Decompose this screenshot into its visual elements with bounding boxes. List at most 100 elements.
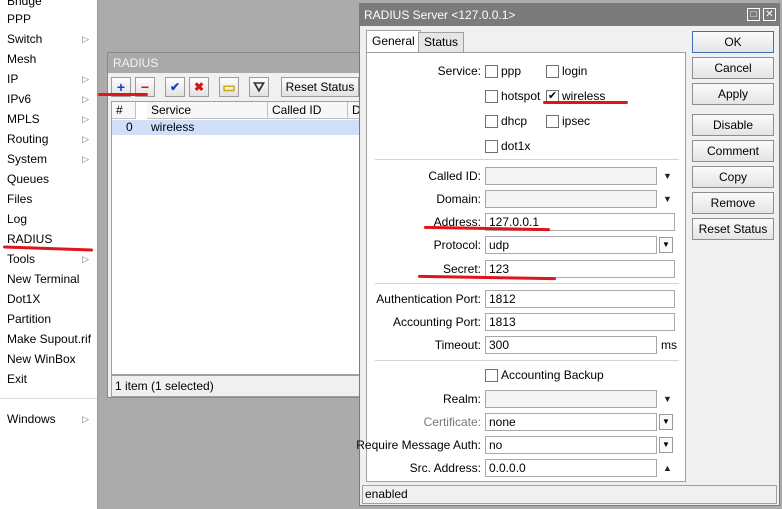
row-service: wireless (151, 120, 195, 134)
domain-input[interactable] (485, 190, 657, 208)
sidebar-item-label: Mesh (7, 52, 37, 66)
collapse-up-icon[interactable]: ▲ (663, 460, 672, 476)
submenu-arrow-icon: ▷ (82, 114, 89, 124)
close-icon[interactable]: ✕ (763, 8, 776, 21)
realm-label: Realm: (442, 392, 481, 406)
service-dot1x-checkbox[interactable] (485, 140, 498, 153)
service-ppp-checkbox[interactable] (485, 65, 498, 78)
comment-icon[interactable]: ▭ (219, 77, 239, 97)
sidebar-item-ipv6[interactable]: IPv6 ▷ (0, 89, 97, 109)
sidebar-item-ppp[interactable]: PPP (0, 9, 97, 29)
service-dhcp-label: dhcp (501, 114, 528, 128)
sidebar-item-tools[interactable]: Tools ▷ (0, 249, 97, 269)
sidebar-item-queues[interactable]: Queues (0, 169, 97, 189)
dialog-status-bar: enabled (362, 485, 777, 504)
called-id-input[interactable] (485, 167, 657, 185)
column-header-index[interactable]: # (112, 102, 136, 119)
sidebar-item-log[interactable]: Log (0, 209, 97, 229)
sidebar-item-label: New Terminal (7, 272, 80, 286)
disable-icon[interactable]: ✖ (189, 77, 209, 97)
sidebar-item-switch[interactable]: Switch ▷ (0, 29, 97, 49)
protocol-select[interactable]: udp (485, 236, 657, 254)
auth-port-label: Authentication Port: (376, 292, 481, 306)
sidebar-item-dot1x[interactable]: Dot1X (0, 289, 97, 309)
expand-down-icon[interactable]: ▼ (663, 168, 672, 184)
sidebar-item-windows[interactable]: Windows ▷ (0, 409, 97, 429)
column-header-called-id[interactable]: Called ID (268, 102, 348, 119)
enable-icon[interactable]: ✔ (165, 77, 185, 97)
sidebar-item-system[interactable]: System ▷ (0, 149, 97, 169)
remove-button[interactable]: Remove (692, 192, 774, 214)
called-id-label: Called ID: (428, 169, 481, 183)
radius-server-dialog: RADIUS Server <127.0.0.1> □ ✕ General St… (356, 3, 780, 506)
sidebar-item-new-terminal[interactable]: New Terminal (0, 269, 97, 289)
dialog-title[interactable]: RADIUS Server <127.0.0.1> (360, 4, 779, 26)
sidebar-item-label: Queues (7, 172, 50, 186)
service-login-label: login (562, 64, 588, 78)
submenu-arrow-icon: ▷ (82, 414, 89, 424)
maximize-icon[interactable]: □ (747, 8, 760, 21)
service-dot1x-label: dot1x (501, 139, 531, 153)
dropdown-arrow-icon[interactable]: ▼ (659, 237, 673, 253)
accounting-backup-checkbox[interactable] (485, 369, 498, 382)
sidebar-item-label: PPP (7, 12, 32, 26)
sidebar-item-label: Routing (7, 132, 49, 146)
disable-button[interactable]: Disable (692, 114, 774, 136)
sidebar-item-label: New WinBox (7, 352, 76, 366)
timeout-label: Timeout: (434, 338, 481, 352)
comment-button[interactable]: Comment (692, 140, 774, 162)
sidebar-item-new-winbox[interactable]: New WinBox (0, 349, 97, 369)
src-address-input[interactable]: 0.0.0.0 (485, 459, 657, 477)
sidebar-item-partition[interactable]: Partition (0, 309, 97, 329)
sidebar-item-files[interactable]: Files (0, 189, 97, 209)
submenu-arrow-icon: ▷ (82, 74, 89, 84)
window-title[interactable]: RADIUS (108, 53, 360, 73)
src-address-label: Src. Address: (409, 461, 481, 475)
certificate-label: Certificate: (423, 415, 481, 429)
timeout-unit: ms (661, 338, 677, 352)
sidebar-item-make-supout[interactable]: Make Supout.rif (0, 329, 97, 349)
expand-down-icon[interactable]: ▼ (663, 391, 672, 407)
annotation-underline (98, 93, 148, 96)
column-header-service[interactable]: Service (147, 102, 268, 119)
timeout-input[interactable]: 300 (485, 336, 657, 354)
service-dhcp-checkbox[interactable] (485, 115, 498, 128)
realm-input[interactable] (485, 390, 657, 408)
dropdown-arrow-icon[interactable]: ▼ (659, 437, 673, 453)
auth-port-input[interactable]: 1812 (485, 290, 675, 308)
sidebar-item-mesh[interactable]: Mesh (0, 49, 97, 69)
sidebar-item-label: Bridge (7, 0, 42, 8)
submenu-arrow-icon: ▷ (82, 254, 89, 264)
service-login-checkbox[interactable] (546, 65, 559, 78)
sidebar-item-ip[interactable]: IP ▷ (0, 69, 97, 89)
cancel-button[interactable]: Cancel (692, 57, 774, 79)
sidebar-item-label: Switch (7, 32, 43, 46)
apply-button[interactable]: Apply (692, 83, 774, 105)
ok-button[interactable]: OK (692, 31, 774, 53)
sidebar-item-routing[interactable]: Routing ▷ (0, 129, 97, 149)
sidebar-item-exit[interactable]: Exit (0, 369, 97, 389)
require-msg-auth-select[interactable]: no (485, 436, 657, 454)
secret-input[interactable]: 123 (485, 260, 675, 278)
row-index: 0 (126, 120, 133, 134)
acct-port-input[interactable]: 1813 (485, 313, 675, 331)
tab-general[interactable]: General (366, 30, 421, 53)
certificate-select[interactable]: none (485, 413, 657, 431)
reset-status-button[interactable]: Reset Status (281, 77, 359, 97)
sidebar-item-label: Dot1X (7, 292, 41, 306)
require-msg-auth-label: Require Message Auth: (356, 438, 481, 452)
dropdown-arrow-icon[interactable]: ▼ (659, 414, 673, 430)
sidebar-item-mpls[interactable]: MPLS ▷ (0, 109, 97, 129)
expand-down-icon[interactable]: ▼ (663, 191, 672, 207)
submenu-arrow-icon: ▷ (82, 94, 89, 104)
radius-list-window: RADIUS + − ✔ ✖ ▭ ⛛ Reset Status # Servic… (107, 52, 361, 398)
table-row[interactable]: 0 wireless (112, 120, 360, 135)
service-ipsec-checkbox[interactable] (546, 115, 559, 128)
filter-icon[interactable]: ⛛ (249, 77, 269, 97)
service-hotspot-checkbox[interactable] (485, 90, 498, 103)
tab-status[interactable]: Status (418, 32, 465, 52)
acct-port-label: Accounting Port: (392, 315, 481, 329)
reset-status-button[interactable]: Reset Status (692, 218, 774, 240)
copy-button[interactable]: Copy (692, 166, 774, 188)
sidebar-item-label: Files (7, 192, 33, 206)
